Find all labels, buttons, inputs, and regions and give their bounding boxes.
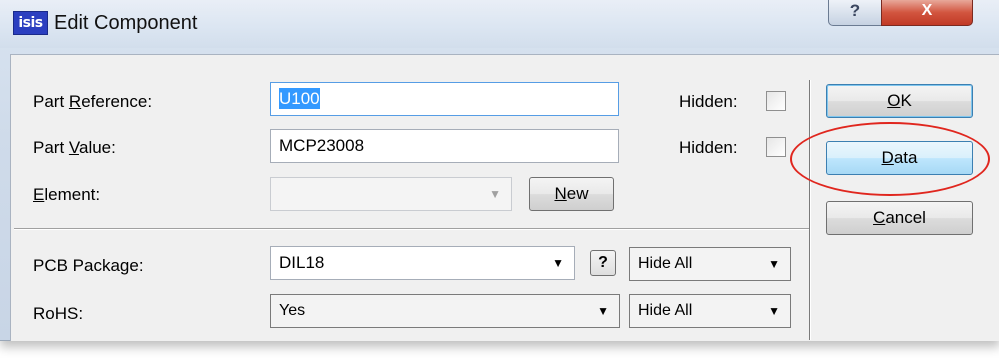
data-button[interactable]: Data — [826, 141, 973, 175]
part-reference-label: Part Reference: — [33, 92, 153, 111]
help-button[interactable]: ? — [828, 0, 882, 26]
rohs-select[interactable]: Yes ▼ — [270, 294, 620, 328]
part-reference-hidden-label: Hidden: — [679, 92, 738, 111]
chevron-down-icon: ▼ — [552, 256, 564, 270]
part-value-input[interactable]: MCP23008 — [270, 129, 619, 163]
part-value-hidden-checkbox[interactable] — [766, 137, 786, 157]
chevron-down-icon: ▼ — [489, 187, 501, 201]
chevron-down-icon: ▼ — [768, 304, 780, 318]
part-value-label: Part Value: — [33, 138, 116, 157]
new-element-button[interactable]: New — [529, 177, 614, 211]
element-select[interactable]: ▼ — [270, 177, 512, 211]
part-reference-value: U100 — [279, 88, 320, 109]
pcb-package-visibility-select[interactable]: Hide All ▼ — [629, 247, 791, 281]
window-title: Edit Component — [54, 12, 198, 34]
title-bar[interactable]: isis Edit Component ? X — [0, 0, 999, 48]
chevron-down-icon: ▼ — [597, 304, 609, 318]
pcb-package-select[interactable]: DIL18 ▼ — [270, 246, 575, 280]
pcb-package-help-button[interactable]: ? — [590, 250, 616, 276]
isis-app-icon: isis — [13, 11, 48, 35]
pcb-package-label: PCB Package: — [33, 256, 144, 275]
part-reference-hidden-checkbox[interactable] — [766, 91, 786, 111]
section-separator — [14, 228, 809, 230]
part-value-hidden-label: Hidden: — [679, 138, 738, 157]
buttons-separator — [809, 80, 811, 340]
ok-button[interactable]: OK — [826, 84, 973, 118]
cancel-button[interactable]: Cancel — [826, 201, 973, 235]
rohs-label: RoHS: — [33, 304, 84, 323]
part-reference-input[interactable]: U100 — [270, 82, 619, 116]
close-button[interactable]: X — [881, 0, 973, 26]
rohs-visibility-select[interactable]: Hide All ▼ — [629, 294, 791, 328]
element-label: Element: — [33, 185, 101, 204]
chevron-down-icon: ▼ — [768, 257, 780, 271]
